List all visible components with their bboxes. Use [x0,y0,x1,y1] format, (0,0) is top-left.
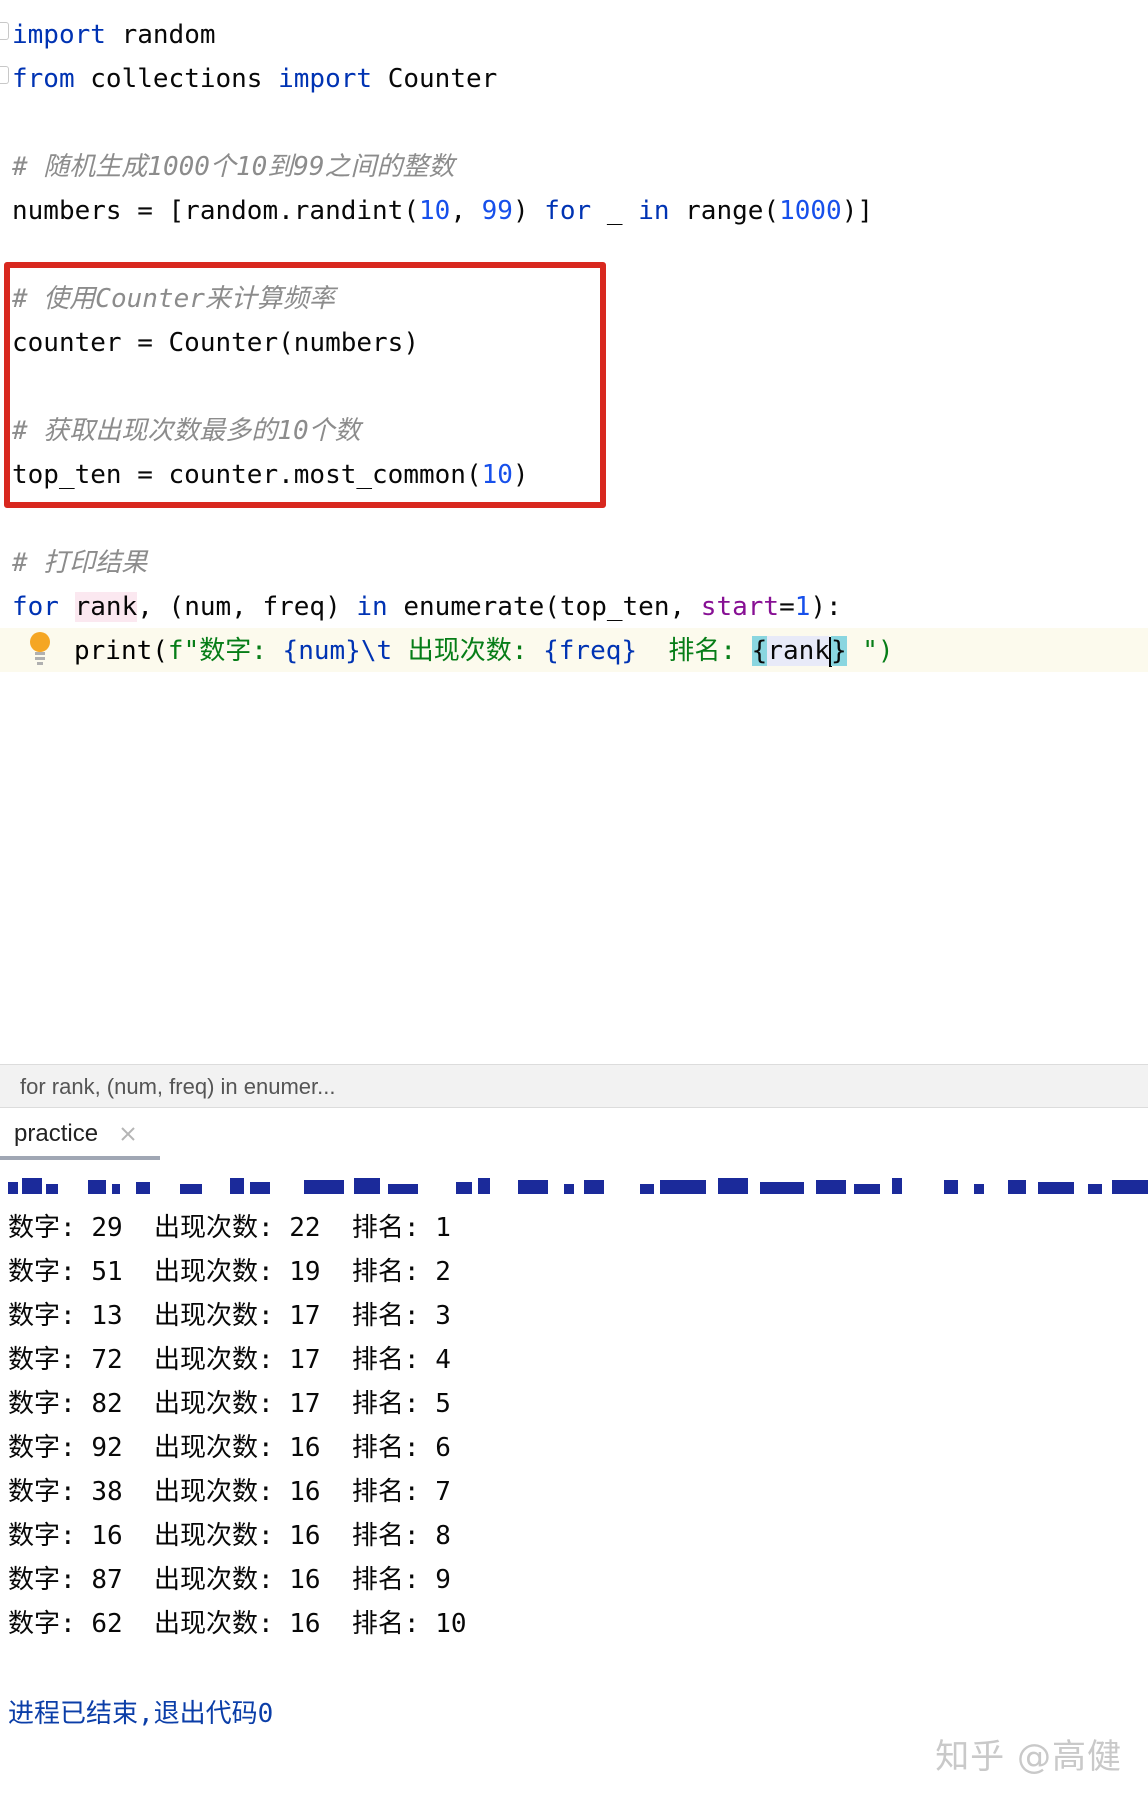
escape-seq: \t [360,636,393,666]
string-literal: 排名: [637,636,752,666]
fold-marker[interactable] [0,66,9,84]
string-literal: 出现次数: [392,636,544,666]
keyword: for [544,196,592,226]
fstring-expr: {freq} [543,636,638,666]
keyword: for [12,592,59,622]
code-text: , (num, freq) [137,592,357,622]
code-text: ) [512,196,545,226]
breadcrumb-item[interactable]: for rank, (num, freq) in enumer... [20,1065,335,1109]
code-line-1[interactable]: import random [12,13,216,57]
number-literal: 10 [419,196,451,226]
tab-practice[interactable]: practice [0,1108,160,1160]
code-text: random [105,20,216,50]
code-editor[interactable]: import random from collections import Co… [0,0,1148,1064]
variable-highlight: rank [74,592,138,622]
output-line-4: 数字: 72 出现次数: 17 排名: 4 [8,1345,451,1375]
code-text: _ [591,196,639,226]
code-comment: # 随机生成1000个10到99之间的整数 [12,152,455,182]
watermark: 知乎 @高健 [935,1737,1122,1777]
fstring-expr: {num} [282,636,361,666]
fold-marker[interactable] [0,22,9,40]
code-text: ): [810,592,842,622]
code-text: numbers = [random.randint( [12,196,419,226]
code-line-2[interactable]: from collections import Counter [12,57,497,101]
output-line-3: 数字: 13 出现次数: 17 排名: 3 [8,1301,451,1331]
obscured-command-line [8,1178,1148,1194]
number-literal: 99 [481,196,513,226]
red-highlight-box [4,262,606,508]
tab-label: practice [14,1120,99,1147]
output-line-5: 数字: 82 出现次数: 17 排名: 5 [8,1389,451,1419]
output-line-8: 数字: 16 出现次数: 16 排名: 8 [8,1521,451,1551]
code-text: Counter [372,64,498,94]
process-exit-message: 进程已结束,退出代码0 [8,1699,274,1729]
output-line-1: 数字: 29 出现次数: 22 排名: 1 [8,1213,451,1243]
keyword: in [638,196,670,226]
code-line-15[interactable]: print(f"数字: {num}\t 出现次数: {freq} 排名: {ra… [74,629,894,673]
code-line-4[interactable]: # 随机生成1000个10到99之间的整数 [12,145,455,189]
string-literal: ") [846,636,894,666]
breadcrumb[interactable]: for rank, (num, freq) in enumer... [0,1064,1148,1108]
code-line-5[interactable]: numbers = [random.randint(10, 99) for _ … [12,189,873,233]
output-line-7: 数字: 38 出现次数: 16 排名: 7 [8,1477,451,1507]
number-literal: 1000 [779,196,842,226]
keyword: in [356,592,388,622]
code-text: range( [669,196,780,226]
code-text: , [450,196,482,226]
code-text: print( [74,636,168,666]
lightbulb-icon[interactable] [28,630,52,668]
string-literal: f"数字: [167,636,283,666]
code-text: collections [74,64,279,94]
code-text: )] [841,196,874,226]
output-line-10: 数字: 62 出现次数: 16 排名: 10 [8,1609,467,1639]
fstring-expr: rank [767,636,830,666]
output-line-9: 数字: 87 出现次数: 16 排名: 9 [8,1565,451,1595]
output-line-6: 数字: 92 出现次数: 16 排名: 6 [8,1433,451,1463]
code-line-13[interactable]: # 打印结果 [12,541,147,585]
close-icon[interactable] [118,1124,138,1144]
brace-match-highlight: } [830,636,847,666]
keyword: from [12,64,75,94]
keyword: import [278,64,373,94]
named-param: start [700,592,780,622]
number-literal: 1 [794,592,811,622]
code-comment: # 打印结果 [12,548,148,578]
code-line-14[interactable]: for rank, (num, freq) in enumerate(top_t… [12,585,842,629]
brace-match-highlight: { [751,636,768,666]
run-tool-window-tabs: practice [0,1108,1148,1160]
code-text: = [779,592,795,622]
keyword: import [12,20,106,50]
code-text: enumerate(top_ten, [387,592,701,622]
output-line-2: 数字: 51 出现次数: 19 排名: 2 [8,1257,451,1287]
